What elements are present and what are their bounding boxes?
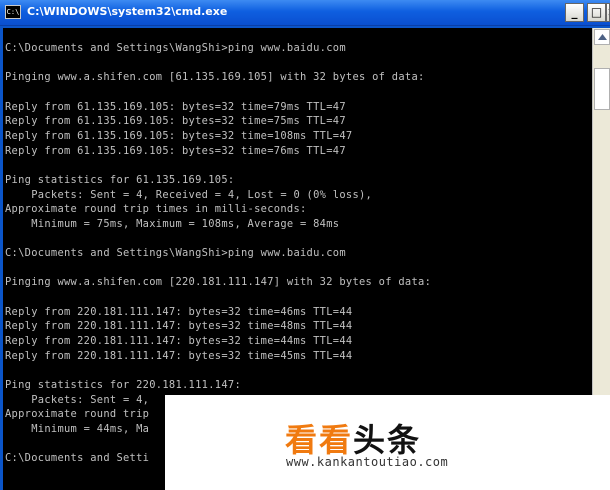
console-line: Minimum = 44ms, Ma: [5, 422, 150, 435]
maximize-button[interactable]: □: [587, 3, 606, 22]
title-bar[interactable]: C:\ C:\WINDOWS\system32\cmd.exe _ □ ×: [0, 0, 610, 26]
console-line: Packets: Sent = 4, Received = 4, Lost = …: [5, 188, 373, 201]
console-line: Packets: Sent = 4,: [5, 393, 150, 406]
console-line: Minimum = 75ms, Maximum = 108ms, Average…: [5, 217, 340, 230]
console-line: Reply from 61.135.169.105: bytes=32 time…: [5, 144, 346, 157]
console-line: Reply from 220.181.111.147: bytes=32 tim…: [5, 349, 353, 362]
watermark-overlay: 看看头条 www.kankantoutiao.com: [165, 395, 610, 490]
console-line: Reply from 61.135.169.105: bytes=32 time…: [5, 129, 353, 142]
logo-part-black: 头条: [353, 421, 422, 459]
console-line: C:\Documents and Settings\WangShi>ping w…: [5, 42, 346, 54]
console-line: Reply from 220.181.111.147: bytes=32 tim…: [5, 335, 353, 347]
cmd-window: C:\ C:\WINDOWS\system32\cmd.exe _ □ × C:…: [0, 0, 610, 490]
console-line: Pinging www.a.shifen.com [220.181.111.14…: [5, 276, 432, 289]
console-line: C:\Documents and Setti: [5, 452, 150, 465]
console-line: Reply from 220.181.111.147: bytes=32 tim…: [5, 305, 353, 318]
console-line: Ping statistics for 220.181.111.147:: [5, 378, 242, 391]
scroll-up-button[interactable]: [594, 29, 610, 45]
console-line: Reply from 61.135.169.105: bytes=32 time…: [5, 115, 346, 128]
close-button[interactable]: ×: [606, 3, 610, 22]
console-line: Reply from 61.135.169.105: bytes=32 time…: [5, 100, 346, 113]
console-line: C:\Documents and Settings\WangShi>ping w…: [5, 247, 346, 260]
logo-part-orange: 看看: [285, 421, 354, 459]
console-line: Ping statistics for 61.135.169.105:: [5, 173, 235, 186]
arrow-up-icon: [598, 34, 607, 40]
console-line: Pinging www.a.shifen.com [61.135.169.105…: [5, 71, 425, 84]
scroll-thumb[interactable]: [594, 68, 610, 110]
watermark-url: www.kankantoutiao.com: [286, 455, 449, 469]
console-line: Approximate round trip: [5, 408, 150, 421]
console-line: Approximate round trip times in milli-se…: [5, 203, 307, 216]
minimize-button[interactable]: _: [565, 3, 584, 22]
console-line: Reply from 220.181.111.147: bytes=32 tim…: [5, 320, 353, 333]
window-title: C:\WINDOWS\system32\cmd.exe: [27, 5, 228, 18]
cmd-app-icon[interactable]: C:\: [5, 5, 21, 19]
